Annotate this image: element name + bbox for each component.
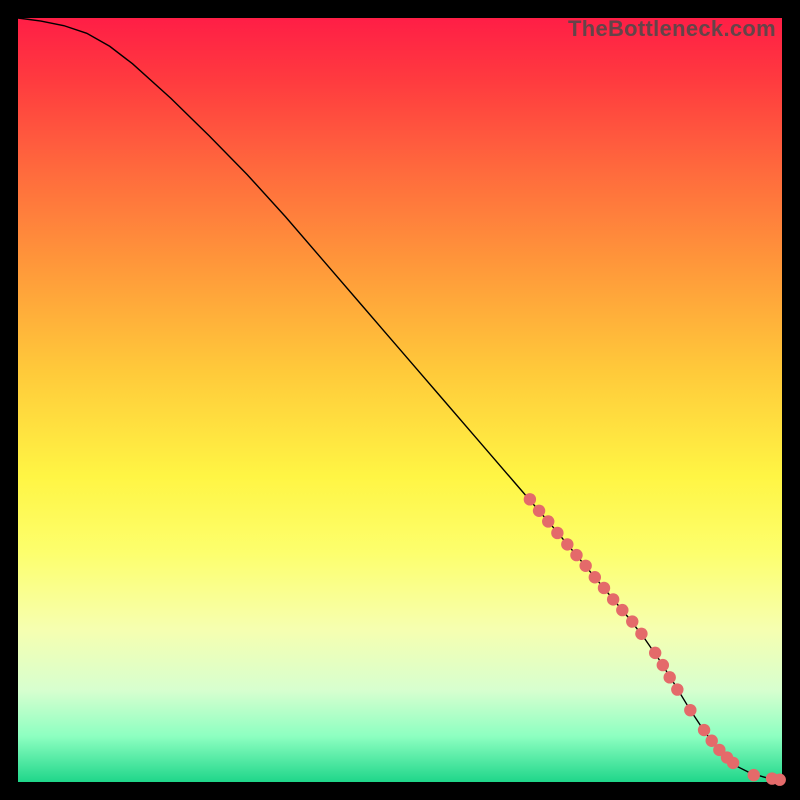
data-marker [598, 582, 610, 594]
data-marker [635, 628, 647, 640]
data-marker [524, 493, 536, 505]
data-marker [684, 704, 696, 716]
data-marker [589, 571, 601, 583]
data-marker [616, 604, 628, 616]
data-marker [649, 647, 661, 659]
chart-plot-area: TheBottleneck.com [18, 18, 782, 782]
data-marker [626, 615, 638, 627]
stage: TheBottleneck.com [0, 0, 800, 800]
data-marker [570, 549, 582, 561]
data-marker [551, 527, 563, 539]
data-marker [748, 769, 760, 781]
data-marker [698, 724, 710, 736]
data-marker [542, 515, 554, 527]
data-marker [671, 683, 683, 695]
data-marker [561, 538, 573, 550]
data-marker [663, 671, 675, 683]
data-marker [774, 774, 786, 786]
data-marker [533, 505, 545, 517]
data-marker [607, 593, 619, 605]
chart-svg [18, 18, 782, 782]
data-marker [579, 560, 591, 572]
marker-group [524, 493, 786, 786]
data-marker [657, 659, 669, 671]
data-marker [727, 757, 739, 769]
